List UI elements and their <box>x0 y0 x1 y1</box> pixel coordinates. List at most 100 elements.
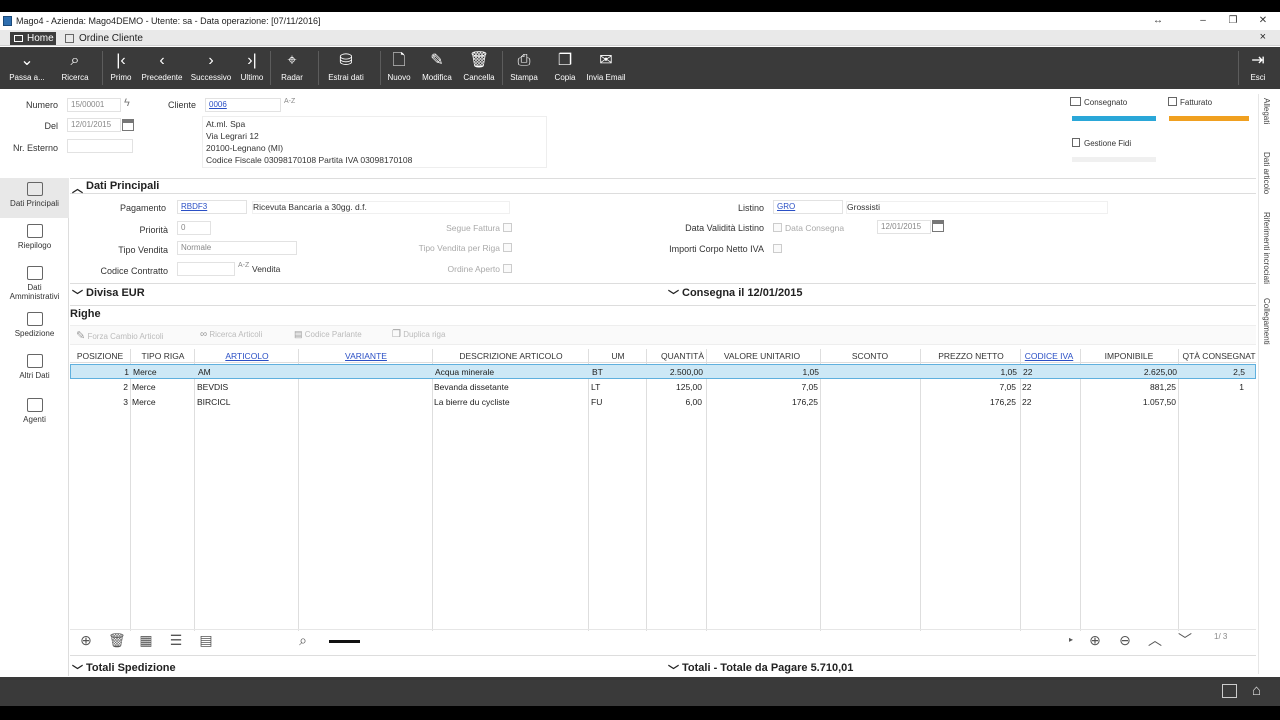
ordine-aperto-checkbox[interactable] <box>503 264 512 273</box>
delete-row-icon[interactable]: 🗑 <box>108 632 126 648</box>
cell-codice-iva[interactable]: 22 <box>1022 382 1031 392</box>
nr-esterno-field[interactable] <box>67 139 133 153</box>
cell-prezzo-netto[interactable]: 176,25 <box>922 397 1016 407</box>
cell-valore-unitario[interactable]: 176,25 <box>708 397 818 407</box>
tipo-vendita-riga-checkbox[interactable] <box>503 243 512 252</box>
forza-cambio-button[interactable]: ✎ Forza Cambio Articoli <box>76 329 163 342</box>
col-um[interactable]: UM <box>590 351 646 361</box>
cell-descrizione[interactable]: Acqua minerale <box>435 367 494 377</box>
table-row[interactable]: 3 Merce BIRCICL La bierre du cycliste FU… <box>70 395 1256 410</box>
table-row[interactable]: 1 Merce AM Acqua minerale BT 2.500,00 1,… <box>70 364 1256 379</box>
nav-agenti[interactable]: Agenti <box>0 398 69 434</box>
col-codice-iva[interactable]: CODICE IVA <box>1022 351 1076 361</box>
zoom-out-icon[interactable]: ⊖ <box>1117 632 1133 648</box>
modifica-button[interactable]: ✎ Modifica <box>420 47 454 89</box>
tipo-vendita-select[interactable]: Normale <box>177 241 297 255</box>
add-row-icon[interactable]: ⊕ <box>78 632 94 648</box>
calendar-icon[interactable] <box>932 220 944 232</box>
sort-az-icon[interactable]: A-Z <box>238 262 249 269</box>
cell-quantita[interactable]: 125,00 <box>648 382 702 392</box>
chevron-down-icon[interactable]: ﹀ <box>668 287 679 303</box>
cell-prezzo-netto[interactable]: 1,05 <box>923 367 1017 377</box>
cell-articolo[interactable]: BIRCICL <box>197 397 231 407</box>
pagamento-code-field[interactable]: RBDF3 <box>177 200 247 214</box>
table-row[interactable]: 2 Merce BEVDIS Bevanda dissetante LT 125… <box>70 380 1256 395</box>
col-tipo-riga[interactable]: TIPO RIGA <box>132 351 194 361</box>
col-imponibile[interactable]: IMPONIBILE <box>1080 351 1178 361</box>
numero-field[interactable]: 15/00001 <box>67 98 121 112</box>
cell-valore-unitario[interactable]: 1,05 <box>709 367 819 377</box>
tab-collegamenti[interactable]: Collegamenti <box>1262 298 1271 345</box>
cell-tipo-riga[interactable]: Merce <box>132 382 156 392</box>
cliente-code-link[interactable]: 0006 <box>209 100 227 109</box>
codice-parlante-button[interactable]: ▤ Codice Parlante <box>294 329 362 340</box>
cell-quantita[interactable]: 2.500,00 <box>649 367 703 377</box>
cell-imponibile[interactable]: 2.625,00 <box>1083 367 1177 377</box>
divisa-section-header[interactable]: Divisa EUR <box>86 287 145 299</box>
copia-button[interactable]: ❐ Copia <box>552 47 578 89</box>
esci-button[interactable]: ⇥ Esci <box>1244 47 1272 89</box>
radar-button[interactable]: ⌖ Radar <box>278 47 306 89</box>
tab-ordine-cliente[interactable]: Ordine Cliente <box>64 32 143 45</box>
nuovo-button[interactable]: 🗋 Nuovo <box>386 47 412 89</box>
col-descrizione[interactable]: DESCRIZIONE ARTICOLO <box>434 351 588 361</box>
cell-posizione[interactable]: 3 <box>70 397 128 407</box>
minimize-button[interactable]: – <box>1188 12 1218 30</box>
totali-header[interactable]: Totali - Totale da Pagare 5.710,01 <box>682 662 853 674</box>
cell-um[interactable]: LT <box>591 382 600 392</box>
cell-codice-iva[interactable]: 22 <box>1022 397 1031 407</box>
cell-tipo-riga[interactable]: Merce <box>133 367 157 377</box>
dati-principali-header[interactable]: ︿ Dati Principali <box>70 178 1256 195</box>
nav-dati-principali[interactable]: Dati Principali <box>0 178 69 218</box>
estrai-dati-button[interactable]: ⛁ Estrai dati <box>326 47 366 89</box>
col-valore-unitario[interactable]: VALORE UNITARIO <box>706 351 818 361</box>
col-posizione[interactable]: POSIZIONE <box>70 351 130 361</box>
data-validita-field[interactable]: 12/01/2015 <box>877 220 931 234</box>
scroll-handle[interactable] <box>329 640 360 643</box>
cell-descrizione[interactable]: La bierre du cycliste <box>434 397 510 407</box>
cell-posizione[interactable]: 2 <box>70 382 128 392</box>
segue-fattura-checkbox[interactable] <box>503 223 512 232</box>
ricerca-articoli-button[interactable]: ∞ Ricerca Articoli <box>200 329 262 340</box>
cell-tipo-riga[interactable]: Merce <box>132 397 156 407</box>
successivo-button[interactable]: › Successivo <box>190 47 232 89</box>
col-sconto[interactable]: SCONTO <box>820 351 920 361</box>
fullscreen-icon[interactable] <box>1222 684 1237 698</box>
ultimo-button[interactable]: ›| Ultimo <box>238 47 266 89</box>
expand-icon[interactable]: ﹀ <box>1177 632 1193 648</box>
tab-allegati[interactable]: Allegati <box>1262 98 1271 124</box>
codice-contratto-field[interactable] <box>177 262 235 276</box>
home-icon[interactable]: ⌂ <box>1252 682 1261 699</box>
col-prezzo-netto[interactable]: PREZZO NETTO <box>922 351 1020 361</box>
search-icon[interactable]: ⌕ <box>295 632 311 648</box>
col-variante[interactable]: VARIANTE <box>300 351 432 361</box>
restore-button[interactable]: ❐ <box>1218 12 1248 30</box>
detail-view-icon[interactable]: ▤ <box>198 632 214 648</box>
cell-qta-consegnata[interactable]: 2,5 <box>1181 367 1245 377</box>
nav-altri-dati[interactable]: Altri Dati <box>0 354 69 390</box>
listino-code-link[interactable]: GRO <box>777 202 795 211</box>
cell-qta-consegnata[interactable]: 1 <box>1180 382 1244 392</box>
precedente-button[interactable]: ‹ Precedente <box>140 47 184 89</box>
grid-view-icon[interactable]: ▦ <box>138 632 154 648</box>
chevron-down-icon[interactable]: ﹀ <box>668 662 679 678</box>
nav-riepilogo[interactable]: Riepilogo <box>0 222 69 258</box>
sort-az-icon[interactable]: A-Z <box>284 98 295 105</box>
cell-articolo[interactable]: BEVDIS <box>197 382 228 392</box>
cell-um[interactable]: FU <box>591 397 602 407</box>
invia-email-button[interactable]: ✉ Invia Email <box>586 47 626 89</box>
cancella-button[interactable]: 🗑 Cancella <box>462 47 496 89</box>
cliente-code-field[interactable]: 0006 <box>205 98 281 112</box>
cell-imponibile[interactable]: 1.057,50 <box>1082 397 1176 407</box>
tab-home[interactable]: Home <box>10 32 56 45</box>
calendar-icon[interactable] <box>122 119 134 131</box>
nav-spedizione[interactable]: Spedizione <box>0 312 69 348</box>
chevron-down-icon[interactable]: ﹀ <box>72 287 83 303</box>
gestione-fidi-indicator[interactable]: Gestione Fidi <box>1072 138 1131 148</box>
importi-netto-iva-checkbox[interactable] <box>773 244 782 253</box>
zoom-in-icon[interactable]: ⊕ <box>1087 632 1103 648</box>
tab-riferimenti-incrociati[interactable]: Riferimenti incrociati <box>1262 212 1271 284</box>
cell-um[interactable]: BT <box>592 367 603 377</box>
cell-quantita[interactable]: 6,00 <box>648 397 702 407</box>
tab-dati-articolo[interactable]: Dati articolo <box>1262 152 1271 194</box>
